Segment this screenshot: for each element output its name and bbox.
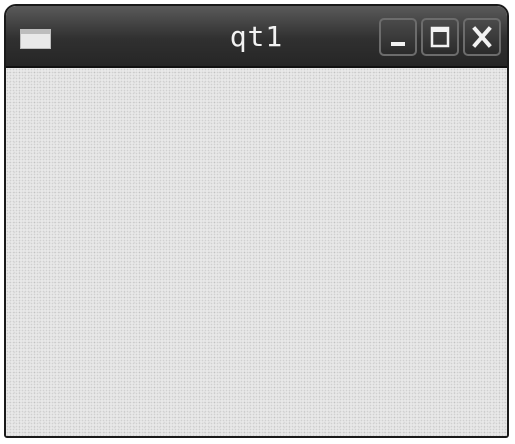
minimize-icon xyxy=(391,42,405,46)
title-bar[interactable]: qt1 xyxy=(6,6,507,68)
window-controls xyxy=(379,18,501,56)
maximize-button[interactable] xyxy=(421,18,459,56)
client-area[interactable] xyxy=(6,68,507,436)
minimize-button[interactable] xyxy=(379,18,417,56)
app-window: qt1 xyxy=(4,4,509,438)
close-button[interactable] xyxy=(463,18,501,56)
close-icon xyxy=(472,26,492,48)
maximize-icon xyxy=(430,26,450,48)
